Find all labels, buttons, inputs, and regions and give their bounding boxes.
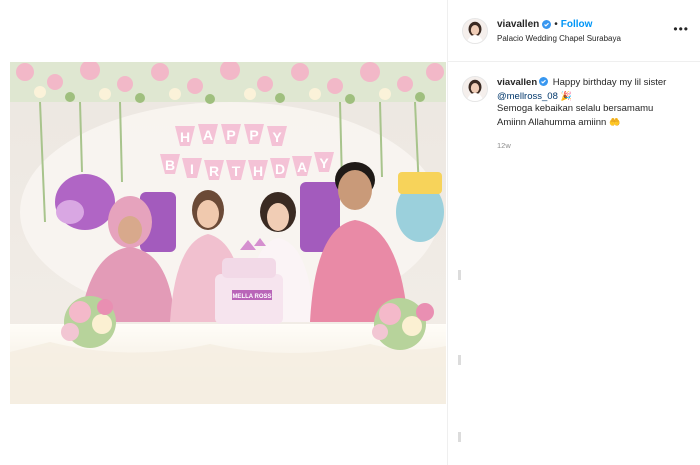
svg-text:D: D xyxy=(275,161,285,177)
svg-text:Y: Y xyxy=(319,155,329,171)
caption-avatar[interactable] xyxy=(462,76,488,102)
username-link[interactable]: viavallen xyxy=(497,19,539,30)
more-options-icon[interactable]: ••• xyxy=(673,22,689,36)
location-link[interactable]: Palacio Wedding Chapel Surabaya xyxy=(497,34,621,43)
post-header: viavallen • Follow Palacio Wedding Chape… xyxy=(448,0,700,62)
verified-badge-icon xyxy=(542,20,552,29)
post-sidebar: viavallen • Follow Palacio Wedding Chape… xyxy=(447,0,700,465)
birthday-photo-image: H A P P Y B I R T H D A Y MELLA ROSS xyxy=(10,62,446,404)
scroll-marker xyxy=(458,270,461,280)
avatar-image xyxy=(463,19,487,43)
svg-text:R: R xyxy=(209,163,219,179)
separator-dot: • xyxy=(554,19,558,30)
svg-text:Y: Y xyxy=(272,129,282,145)
svg-text:H: H xyxy=(180,129,190,145)
praying-hands-icon: 🤲 xyxy=(608,116,621,127)
svg-text:I: I xyxy=(190,161,194,177)
svg-text:P: P xyxy=(249,127,258,143)
post-photo[interactable]: H A P P Y B I R T H D A Y MELLA ROSS xyxy=(10,62,446,404)
follow-button[interactable]: Follow xyxy=(561,19,593,30)
svg-text:B: B xyxy=(165,157,175,173)
mention-link[interactable]: @mellross_08 xyxy=(497,91,558,102)
profile-avatar[interactable] xyxy=(462,18,488,44)
svg-text:T: T xyxy=(232,163,241,179)
caption-username-link[interactable]: viavallen xyxy=(497,77,537,88)
avatar-image xyxy=(463,77,487,101)
caption-text: viavallen Happy birthday my lil sister @… xyxy=(497,77,692,129)
verified-badge-icon xyxy=(539,77,549,86)
scroll-marker xyxy=(458,355,461,365)
caption-line-2: Semoga kebaikan selalu bersamamu xyxy=(497,103,654,114)
caption-line-3: Amiinn Allahumma amiinn xyxy=(497,116,607,128)
caption-line-1: Happy birthday my lil sister xyxy=(552,77,667,88)
post-media-pane: H A P P Y B I R T H D A Y MELLA ROSS xyxy=(0,0,447,465)
svg-text:A: A xyxy=(203,127,213,143)
svg-text:A: A xyxy=(297,159,307,175)
post-timestamp[interactable]: 12w xyxy=(497,141,511,150)
scroll-marker xyxy=(458,432,461,442)
svg-text:MELLA ROSS: MELLA ROSS xyxy=(232,294,271,300)
svg-text:H: H xyxy=(253,163,263,179)
header-user-row: viavallen • Follow xyxy=(497,19,592,30)
party-hat-icon: 🎉 xyxy=(560,90,572,101)
svg-text:P: P xyxy=(226,127,235,143)
